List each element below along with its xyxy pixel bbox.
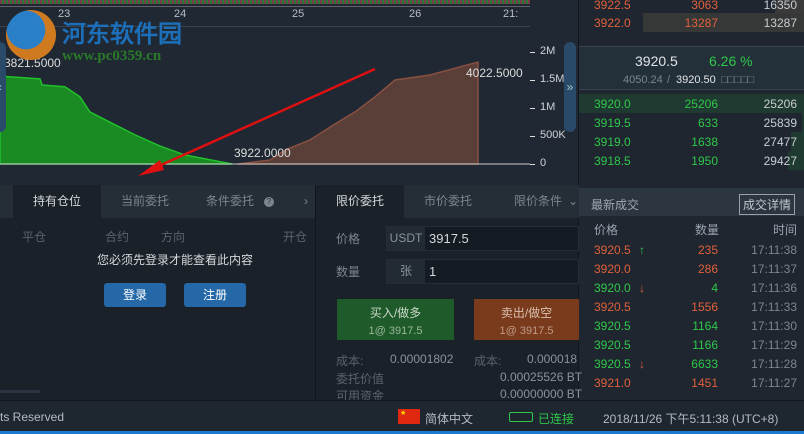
qty-label: 数量 — [336, 265, 361, 279]
index-price: 4050.24 — [623, 74, 663, 86]
bid-row[interactable]: 3919.0 1638 27477 — [579, 132, 804, 151]
register-button[interactable]: 注册 — [184, 283, 246, 307]
connection-status: 已连接 — [538, 412, 575, 426]
trade-row: 3920.5 1166 17:11:29 — [594, 338, 797, 352]
tab-conditional-orders[interactable]: 条件委托 — [195, 185, 265, 218]
login-button[interactable]: 登录 — [104, 283, 166, 307]
col-amount: 数量 — [695, 223, 720, 237]
orderbook-panel: 3922.5 3063 16350 3922.0 13287 13287 3920.5 … — [578, 0, 804, 400]
status-bar: ts Reserved ★ 简体中文 已连接 2018/11/26 下午5:11… — [0, 400, 804, 434]
col-contract: 合约 — [105, 230, 130, 244]
cost-label: 成本: — [336, 354, 364, 368]
bid-row[interactable]: 3918.5 1950 29427 — [579, 151, 804, 170]
chevron-right-icon[interactable]: › — [304, 194, 308, 208]
ask-row[interactable]: 3922.5 3063 16350 — [579, 0, 804, 14]
col-close: 平仓 — [22, 230, 47, 244]
trade-row: 3920.5 ↑ 235 17:11:38 — [594, 243, 797, 257]
trade-row: 3920.0 286 17:11:37 — [594, 262, 797, 276]
cost-sell: 0.000018 — [527, 352, 578, 366]
last-price-section: 3920.5 6.26 % 4050.24 / 3920.50 □□□□□ — [579, 46, 804, 90]
arrow-down-icon: ↓ — [639, 281, 645, 295]
china-flag-icon: ★ — [398, 409, 420, 424]
cost-buy: 0.00001802 — [390, 352, 454, 366]
trade-row: 3920.5 1556 17:11:33 — [594, 300, 797, 314]
tab-positions[interactable]: 持有仓位 — [13, 185, 101, 218]
depth-chart-panel: 23 24 25 26 21: 2M 1.5M 1M 500K 0 3821.5… — [0, 0, 578, 185]
trade-row: 3921.0 1451 17:11:27 — [594, 376, 797, 390]
positions-tabs: 持有仓位 当前委托 条件委托 ? › — [0, 185, 315, 218]
price-label: 价格 — [336, 232, 361, 246]
buy-long-button[interactable]: 买入/做多 1@ 3917.5 — [337, 299, 454, 340]
language-selector[interactable]: 简体中文 — [425, 410, 473, 427]
copyright: ts Reserved — [0, 410, 65, 424]
col-direction: 方向 — [161, 230, 186, 244]
connection-icon — [509, 412, 533, 422]
arrow-up-icon: ↑ — [639, 243, 645, 257]
change-percent: 6.26 % — [709, 53, 753, 69]
available-funds: 0.00000000 BT — [500, 387, 583, 401]
trade-row: 3920.5 ↓ 6633 17:11:28 — [594, 357, 797, 371]
tab-market-order[interactable]: 市价委托 — [404, 185, 492, 218]
bid-row[interactable]: 3919.5 633 25839 — [579, 113, 804, 132]
col-time: 时间 — [773, 223, 798, 237]
trade-row: 3920.5 1164 17:11:30 — [594, 319, 797, 333]
price-unit: USDT — [387, 227, 425, 250]
qty-unit: 张 — [387, 260, 425, 283]
positions-panel: 持有仓位 当前委托 条件委托 ? › 平仓 合约 方向 开仓 您必须先登录才能查… — [0, 185, 315, 400]
annotation-arrow — [138, 67, 376, 176]
price-input[interactable]: USDT 3917.5 — [386, 226, 579, 251]
chevron-down-icon[interactable]: ⌄ — [568, 194, 578, 208]
qty-input[interactable]: 张 1 — [386, 259, 579, 284]
ask-row[interactable]: 3922.0 13287 13287 — [579, 13, 804, 32]
trades-title: 最新成交 — [591, 198, 640, 212]
trade-row: 3920.0 ↓ 4 17:11:36 — [594, 281, 797, 295]
mark-price: 3920.50 — [676, 74, 716, 86]
mark-suffix: □□□□□ — [721, 74, 755, 86]
value-label: 委托价值 — [336, 372, 385, 386]
scrollbar[interactable] — [0, 390, 40, 393]
help-icon[interactable]: ? — [264, 197, 274, 207]
order-value: 0.00025526 BT — [500, 370, 583, 384]
order-tabs: 限价委托 市价委托 限价条件 ⌄ — [316, 185, 579, 218]
tab-limit-order[interactable]: 限价委托 — [316, 185, 404, 218]
order-panel: 限价委托 市价委托 限价条件 ⌄ 价格 USDT 3917.5 数量 张 1 买… — [315, 185, 582, 403]
arrow-down-icon: ↓ — [639, 357, 645, 371]
last-price: 3920.5 — [635, 53, 678, 69]
login-message: 您必须先登录才能查看此内容 — [97, 253, 254, 267]
tab-open-orders[interactable]: 当前委托 — [101, 185, 189, 218]
datetime: 2018/11/26 下午5:11:38 (UTC+8) — [603, 412, 779, 426]
bid-row[interactable]: 3920.0 25206 25206 — [579, 94, 804, 113]
tab-stop-limit[interactable]: 限价条件 — [508, 185, 568, 218]
cost-label: 成本: — [474, 354, 502, 368]
col-price: 价格 — [594, 223, 619, 237]
trade-details-button[interactable]: 成交详情 — [739, 194, 796, 215]
col-open: 开仓 — [283, 230, 308, 244]
trades-header: 最新成交 成交详情 — [579, 188, 804, 216]
sell-short-button[interactable]: 卖出/做空 1@ 3917.5 — [474, 299, 579, 340]
